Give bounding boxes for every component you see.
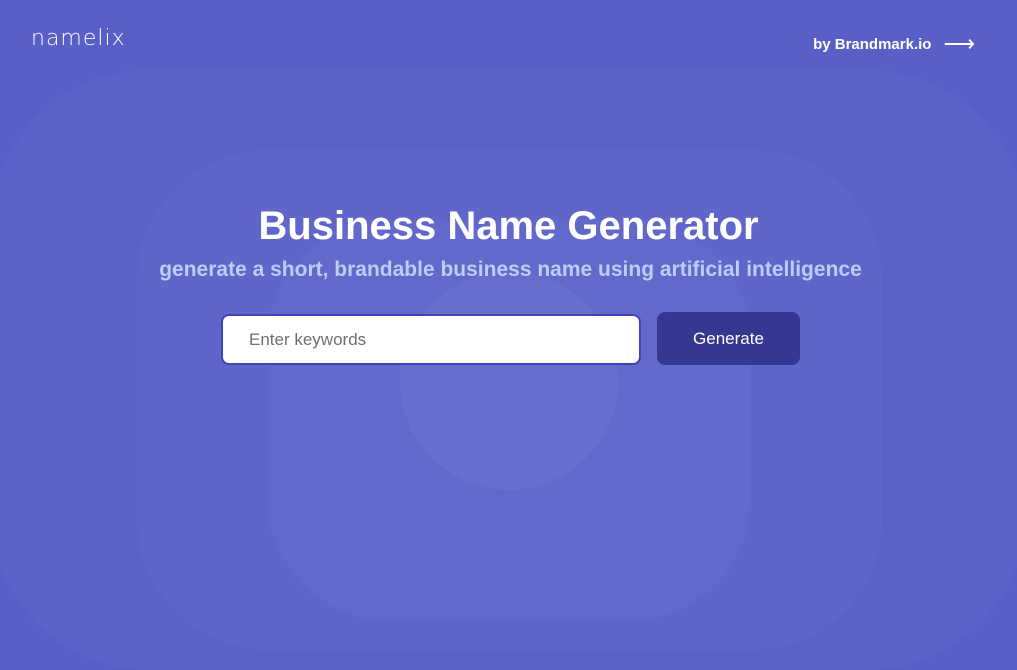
brandmark-link[interactable]: by Brandmark.io ⟶ (813, 33, 975, 55)
background-circle (400, 272, 618, 490)
keywords-input[interactable] (221, 314, 641, 365)
brandmark-link-label: by Brandmark.io (813, 35, 932, 53)
generate-button[interactable]: Generate (657, 312, 800, 365)
page-subtitle: generate a short, brandable business nam… (159, 258, 862, 281)
page-title: Business Name Generator (258, 204, 759, 248)
arrow-right-icon: ⟶ (943, 31, 975, 56)
logo[interactable]: namelix (31, 26, 126, 51)
